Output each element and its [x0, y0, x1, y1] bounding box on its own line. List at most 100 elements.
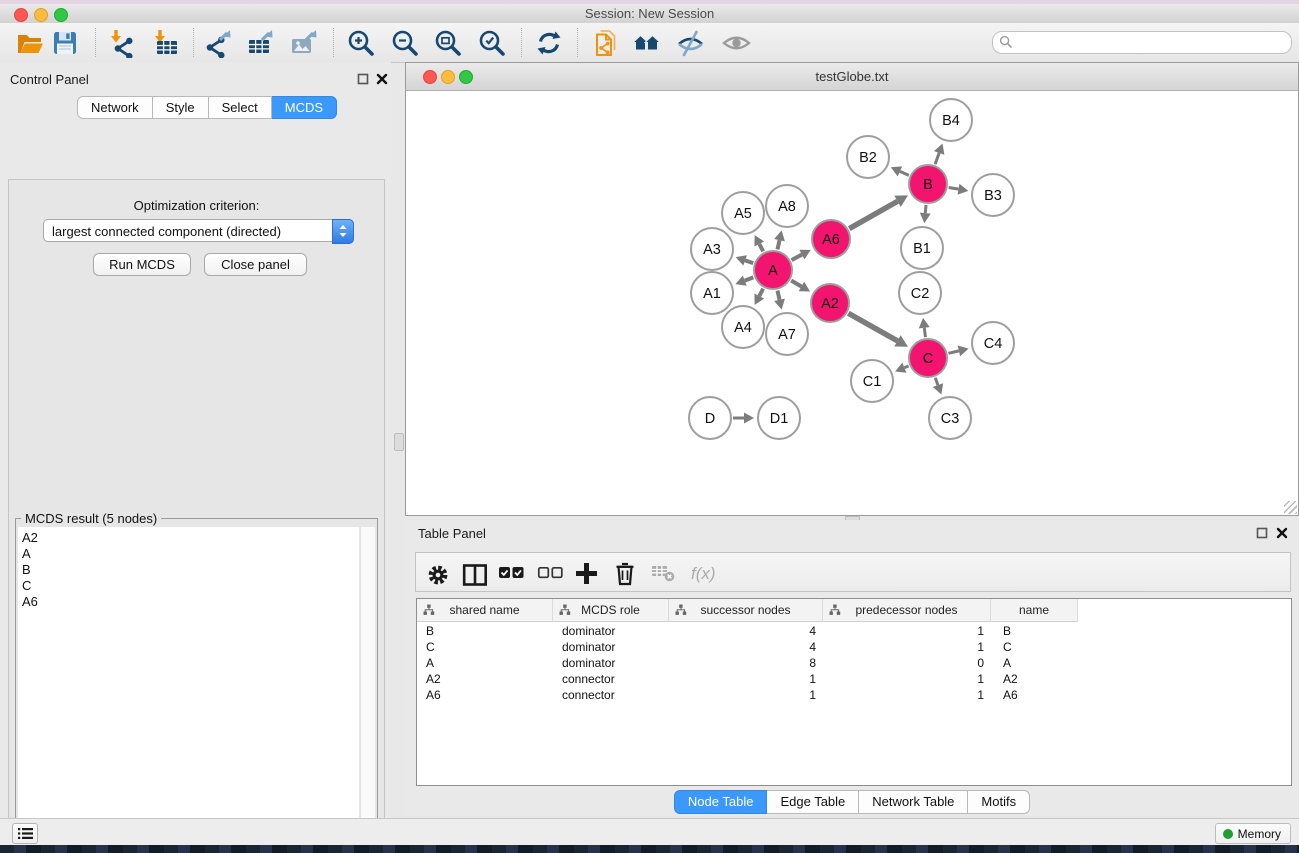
zoom-fit-button[interactable] [431, 27, 465, 59]
table-cell[interactable]: C [991, 639, 1078, 655]
columns-button[interactable] [457, 558, 489, 588]
table-cell[interactable]: B [417, 623, 553, 639]
table-cell[interactable]: dominator [553, 655, 669, 671]
table-cell[interactable]: 1 [669, 671, 823, 687]
reset-view-button[interactable] [630, 27, 664, 59]
select-all-button[interactable] [494, 558, 526, 588]
graph-edge-B-B2[interactable] [900, 171, 909, 175]
graph-edge-A-A5[interactable] [759, 244, 763, 251]
graph-edge-B-B4[interactable] [935, 153, 939, 164]
mcds-result-item[interactable]: A2 [22, 530, 359, 546]
table-cell[interactable]: connector [553, 671, 669, 687]
toolbar-separator [521, 28, 522, 57]
table-cell[interactable]: A6 [417, 687, 553, 703]
graph-edge-C-C2[interactable] [924, 328, 925, 337]
save-button[interactable] [48, 27, 82, 59]
table-close-panel-button[interactable] [1276, 527, 1288, 539]
table-cell[interactable]: 1 [823, 639, 991, 655]
column-header-successor-nodes[interactable]: successor nodes [669, 599, 823, 622]
mcds-result-item[interactable]: A6 [22, 594, 359, 610]
table-cell[interactable]: A6 [991, 687, 1078, 703]
mcds-result-item[interactable]: C [22, 578, 359, 594]
criterion-dropdown[interactable]: largest connected component (directed) [43, 219, 354, 242]
graph-edge-A-A7[interactable] [777, 291, 779, 300]
table-cell[interactable]: 0 [823, 655, 991, 671]
mcds-result-item[interactable]: B [22, 562, 359, 578]
window-resize-grip[interactable] [1284, 501, 1297, 514]
zoom-out-button[interactable] [388, 27, 422, 59]
export-network-button[interactable] [202, 27, 236, 59]
tab-network-table[interactable]: Network Table [859, 790, 968, 814]
svg-text:f(x): f(x) [691, 564, 716, 583]
refresh-layout-button[interactable] [532, 27, 566, 59]
table-cell[interactable]: connector [553, 687, 669, 703]
add-row-button[interactable] [570, 558, 602, 588]
table-cell[interactable]: dominator [553, 639, 669, 655]
mcds-result-item[interactable]: A [22, 546, 359, 562]
column-header-predecessor-nodes[interactable]: predecessor nodes [823, 599, 991, 622]
table-cell[interactable]: A2 [417, 671, 553, 687]
graph-edge-A-A6[interactable] [792, 255, 802, 261]
export-table-button[interactable] [244, 27, 278, 59]
hide-panels-button[interactable] [673, 27, 707, 59]
table-cell[interactable]: 1 [823, 623, 991, 639]
import-network-button[interactable] [105, 27, 139, 59]
graph-edge-C-C3[interactable] [935, 378, 938, 385]
tab-select[interactable]: Select [209, 96, 272, 119]
table-cell[interactable]: A2 [991, 671, 1078, 687]
close-panel-button[interactable] [376, 73, 388, 85]
split-divider-handle[interactable] [394, 433, 404, 451]
column-header-MCDS-role[interactable]: MCDS role [553, 599, 669, 622]
float-panel-button[interactable] [357, 73, 369, 85]
export-image-button[interactable] [287, 27, 321, 59]
graph-edge-A2-C[interactable] [848, 313, 897, 341]
graph-edge-B-B1[interactable] [925, 205, 926, 213]
show-panels-button[interactable] [719, 27, 753, 59]
close-panel-action-button[interactable]: Close panel [204, 253, 307, 276]
table-cell[interactable]: 8 [669, 655, 823, 671]
graph-edge-A-A1[interactable] [745, 277, 754, 280]
graph-edge-A-A4[interactable] [759, 289, 763, 296]
graph-edge-A-A3[interactable] [745, 260, 753, 263]
table-cell[interactable]: 1 [823, 671, 991, 687]
table-cell[interactable]: 4 [669, 639, 823, 655]
zoom-in-button[interactable] [344, 27, 378, 59]
table-cell[interactable]: 1 [823, 687, 991, 703]
task-history-button[interactable] [12, 823, 38, 844]
table-cell[interactable]: A [991, 655, 1078, 671]
memory-button[interactable]: Memory [1215, 823, 1291, 844]
tab-motifs[interactable]: Motifs [968, 790, 1030, 814]
tab-mcds[interactable]: MCDS [272, 96, 337, 119]
network-canvas[interactable]: AA1A2A3A4A5A6A7A8BB1B2B3B4CC1C2C3C4DD1 [406, 91, 1296, 514]
table-float-panel-button[interactable] [1256, 527, 1268, 539]
mcds-result-scrollbar[interactable] [360, 527, 375, 853]
graph-edge-C-C4[interactable] [948, 351, 958, 353]
tab-style[interactable]: Style [153, 96, 209, 119]
graph-node-label-A3: A3 [703, 242, 721, 258]
zoom-selected-button[interactable] [475, 27, 509, 59]
column-header-name[interactable]: name [991, 599, 1078, 622]
gear-button[interactable] [420, 558, 452, 588]
open-button[interactable] [13, 27, 47, 59]
graph-edge-A-A8[interactable] [777, 240, 779, 249]
table-cell[interactable]: 4 [669, 623, 823, 639]
search-input[interactable] [992, 31, 1292, 54]
run-mcds-button[interactable]: Run MCDS [93, 253, 191, 276]
graph-edge-A6-B[interactable] [849, 201, 897, 228]
tab-node-table[interactable]: Node Table [674, 790, 768, 814]
column-header-shared-name[interactable]: shared name [417, 599, 553, 622]
graph-edge-C-C1[interactable] [904, 366, 908, 368]
table-cell[interactable]: B [991, 623, 1078, 639]
table-cell[interactable]: dominator [553, 623, 669, 639]
table-cell[interactable]: 1 [669, 687, 823, 703]
new-network-from-file-button[interactable] [589, 27, 623, 59]
deselect-all-button[interactable] [533, 558, 565, 588]
delete-row-button[interactable] [608, 558, 640, 588]
import-table-button[interactable] [149, 27, 183, 59]
table-cell[interactable]: C [417, 639, 553, 655]
table-cell[interactable]: A [417, 655, 553, 671]
graph-edge-B-B3[interactable] [949, 188, 959, 190]
graph-edge-A-A2[interactable] [791, 281, 801, 287]
tab-edge-table[interactable]: Edge Table [767, 790, 859, 814]
tab-network[interactable]: Network [77, 96, 153, 119]
